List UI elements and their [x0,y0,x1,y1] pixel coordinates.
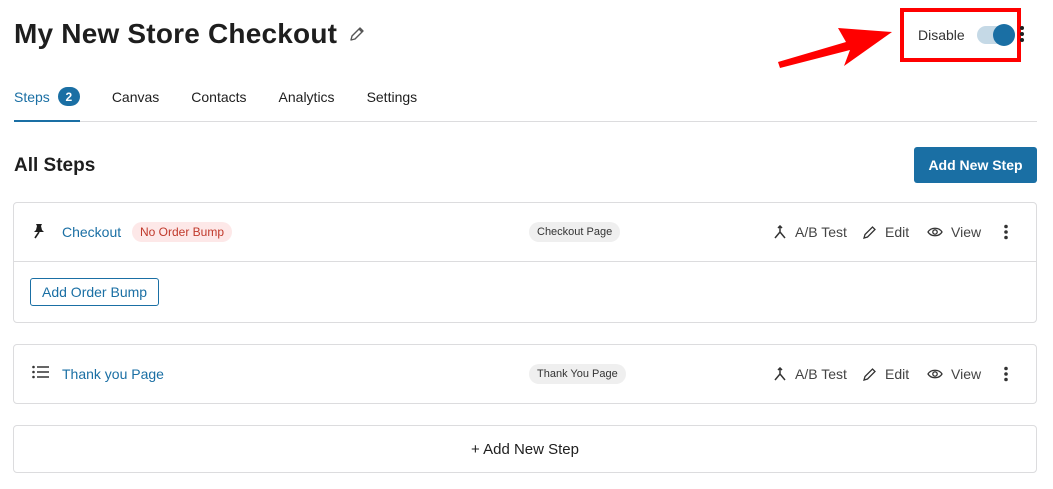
toggle-knob [992,24,1015,46]
step-type-badge: Checkout Page [529,222,621,242]
tab-contacts[interactable]: Contacts [191,84,246,122]
more-options-icon[interactable] [1019,25,1025,48]
view-action[interactable]: View [927,224,981,240]
pencil-icon[interactable] [349,26,365,42]
ab-test-label: A/B Test [795,366,847,382]
add-order-bump-button[interactable]: Add Order Bump [30,278,160,306]
step-name[interactable]: Thank you Page [62,366,164,382]
step-row: Checkout No Order Bump Checkout Page A/B… [14,203,1036,261]
pin-icon [32,223,46,239]
pencil-icon [863,368,876,381]
view-label: View [951,366,982,382]
step-subsection: Add Order Bump [14,261,1036,322]
split-icon [774,367,786,381]
edit-action[interactable]: Edit [863,366,909,382]
tab-label: Contacts [191,89,247,105]
tab-label: Settings [366,89,418,105]
eye-icon [927,227,943,237]
split-icon [774,225,786,239]
tab-canvas[interactable]: Canvas [112,84,159,122]
tab-steps[interactable]: Steps 2 [14,84,80,122]
section-title: All Steps [14,155,96,176]
order-bump-badge: No Order Bump [132,222,233,242]
list-icon[interactable] [32,365,50,379]
tab-analytics[interactable]: Analytics [279,84,335,122]
edit-label: Edit [885,366,910,382]
eye-icon [927,369,943,379]
edit-action[interactable]: Edit [863,224,909,240]
ab-test-action[interactable]: A/B Test [773,224,847,240]
tab-label: Canvas [111,89,160,105]
step-more-icon[interactable] [1003,224,1009,240]
step-type-badge: Thank You Page [529,364,626,384]
edit-label: Edit [885,224,910,240]
step-name[interactable]: Checkout [62,224,121,240]
step-row: Thank you Page Thank You Page A/B Test E… [14,345,1036,403]
step-card-checkout: Checkout No Order Bump Checkout Page A/B… [13,202,1037,323]
step-more-icon[interactable] [1003,366,1009,382]
ab-test-label: A/B Test [795,224,847,240]
annotation-arrow-icon [778,28,892,68]
tab-label: Steps [14,89,50,105]
steps-count-badge: 2 [57,87,80,106]
add-new-step-button[interactable]: Add New Step [914,147,1037,183]
pencil-icon [863,226,876,239]
add-new-step-footer-button[interactable]: + Add New Step [13,425,1037,473]
status-highlight-box: Disable [900,8,1021,62]
view-action[interactable]: View [927,366,981,382]
page-title: My New Store Checkout [14,18,338,49]
step-card-thank-you: Thank you Page Thank You Page A/B Test E… [13,344,1037,404]
tab-bar: Steps 2 Canvas Contacts Analytics Settin… [14,84,1037,122]
ab-test-action[interactable]: A/B Test [773,366,847,382]
tab-label: Analytics [278,89,335,105]
status-toggle[interactable] [976,24,1015,46]
view-label: View [951,224,982,240]
page-header: My New Store Checkout [14,18,365,50]
status-label: Disable [918,27,965,43]
tab-settings[interactable]: Settings [367,84,418,122]
